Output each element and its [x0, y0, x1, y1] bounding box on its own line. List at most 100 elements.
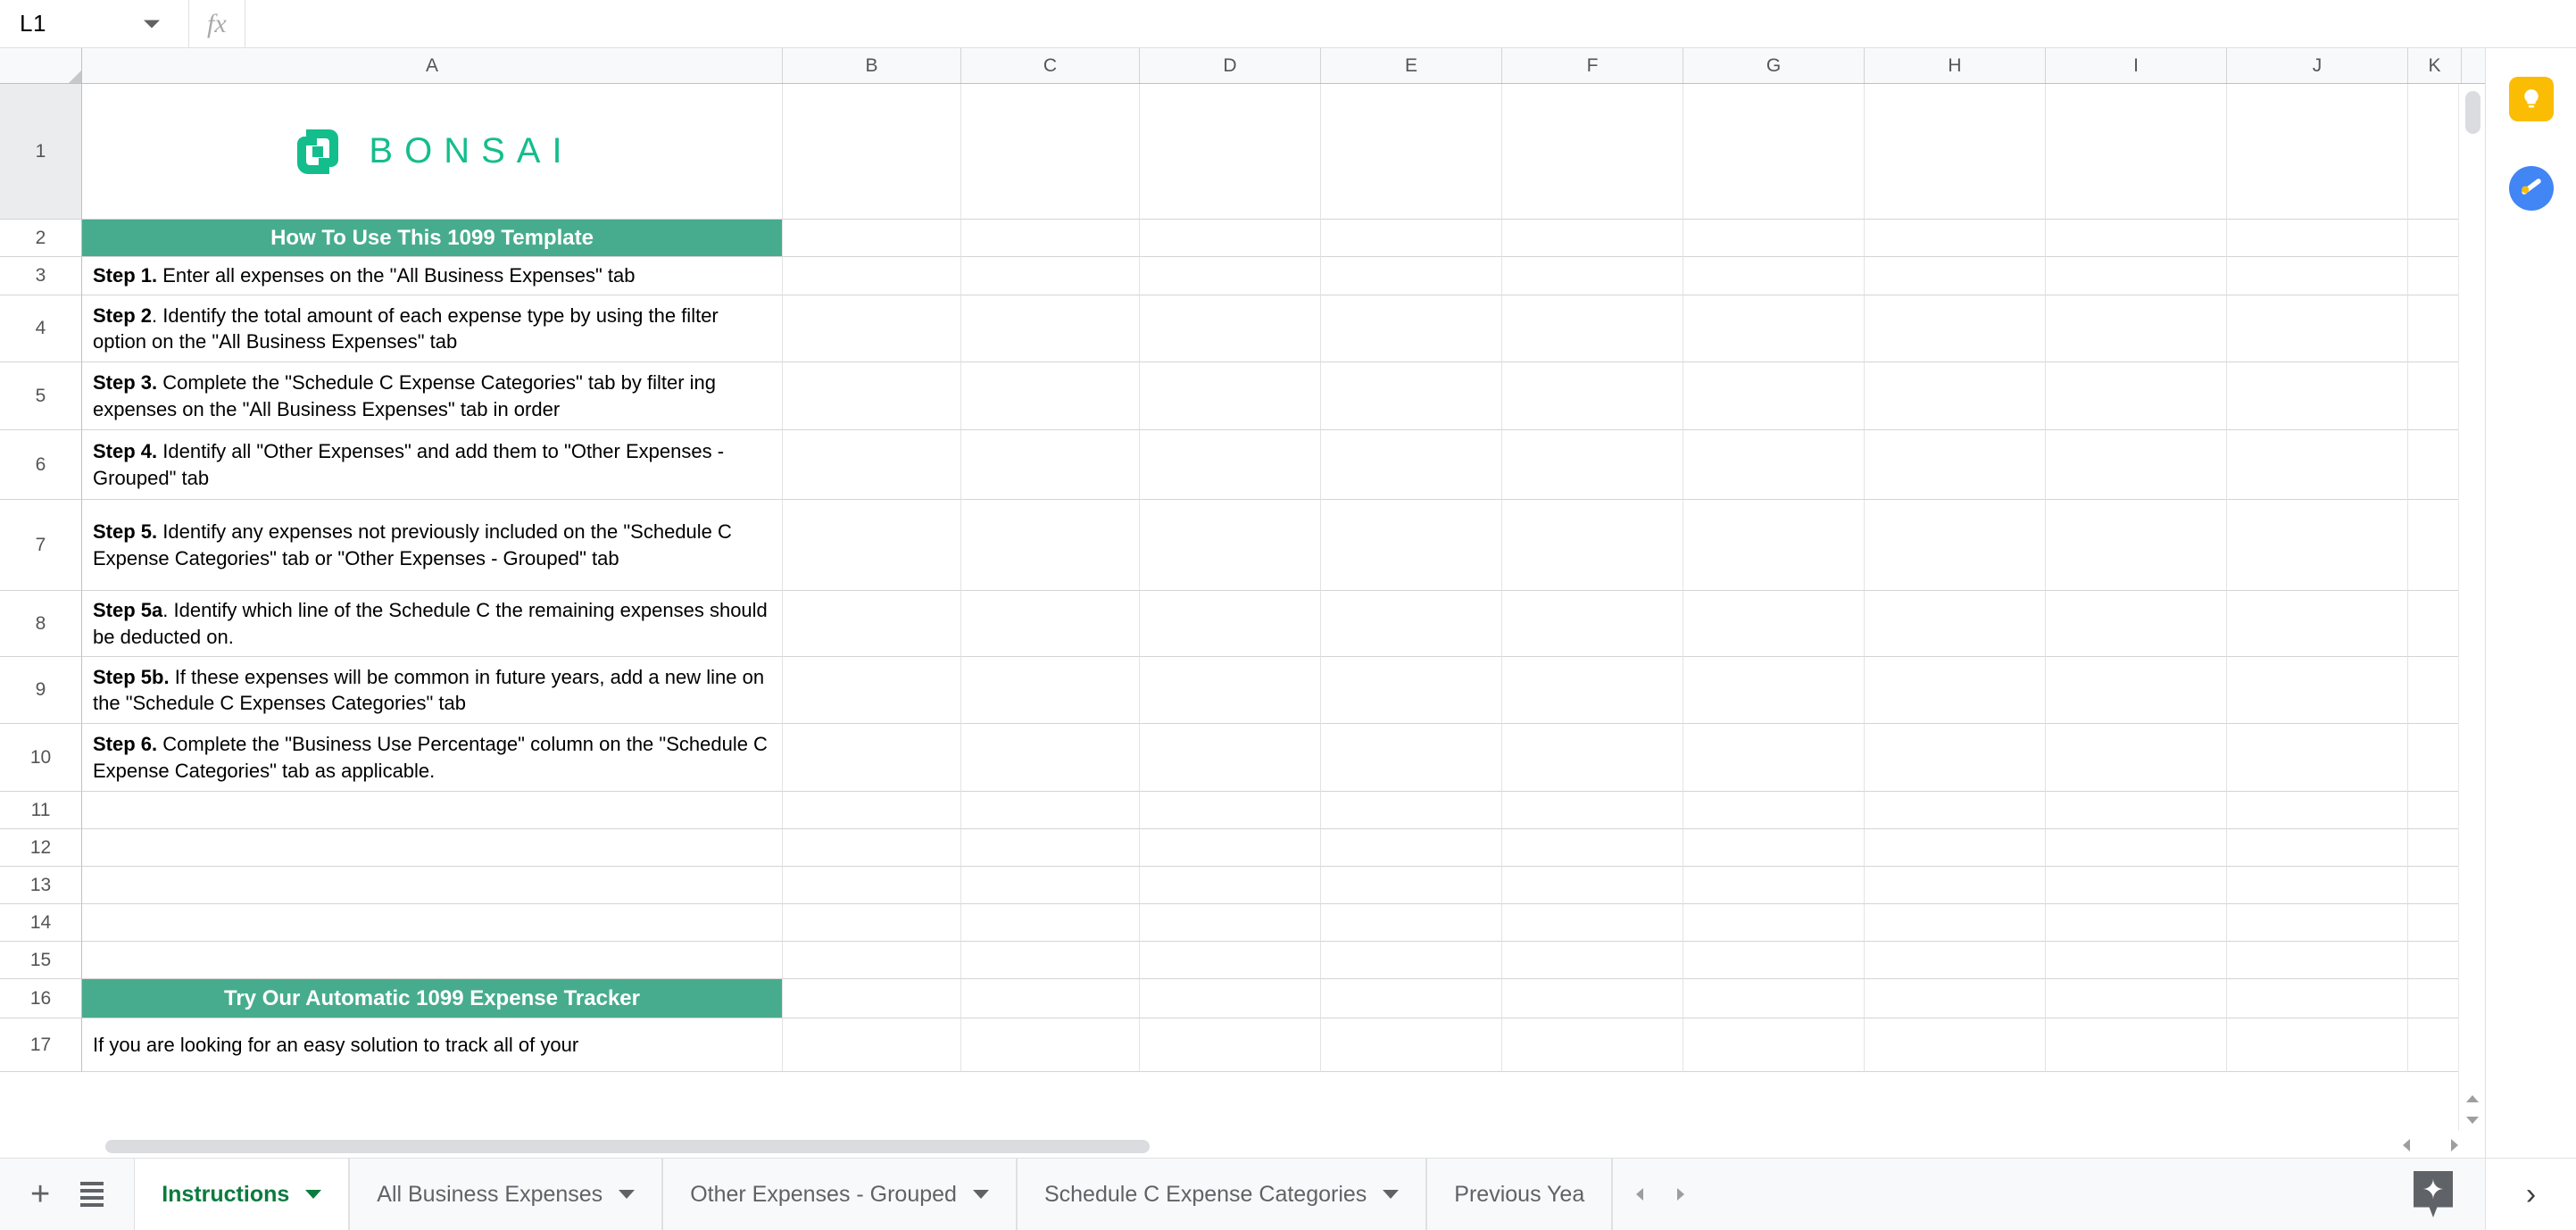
horizontal-scroll-buttons[interactable] [2403, 1134, 2458, 1156]
cell-e16[interactable] [1321, 979, 1502, 1018]
vertical-scroll-buttons[interactable] [2458, 1088, 2485, 1131]
column-header-f[interactable]: F [1502, 48, 1683, 83]
cell-h4[interactable] [1865, 295, 2046, 362]
cell-f8[interactable] [1502, 591, 1683, 657]
row-header-14[interactable]: 14 [0, 904, 82, 942]
cell-e2[interactable] [1321, 220, 1502, 257]
cell-i2[interactable] [2046, 220, 2227, 257]
cell-b14[interactable] [783, 904, 961, 942]
cell-b12[interactable] [783, 829, 961, 867]
sheet-tabs[interactable]: Instructions All Business Expenses Other E… [134, 1159, 1613, 1230]
cell-a13[interactable] [82, 867, 783, 904]
select-all-corner[interactable] [0, 48, 82, 83]
cell-f12[interactable] [1502, 829, 1683, 867]
cell-c7[interactable] [961, 500, 1140, 591]
cell-j7[interactable] [2227, 500, 2408, 591]
cell-k17[interactable] [2408, 1018, 2462, 1072]
cell-f10[interactable] [1502, 724, 1683, 792]
cell-j9[interactable] [2227, 657, 2408, 724]
sheet-tab-menu-icon[interactable] [619, 1190, 636, 1199]
cell-e7[interactable] [1321, 500, 1502, 591]
cell-b5[interactable] [783, 362, 961, 430]
cell-a4[interactable]: Step 2. Identify the total amount of eac… [82, 295, 783, 362]
cell-g13[interactable] [1683, 867, 1865, 904]
cell-k15[interactable] [2408, 942, 2462, 979]
sheet-tab-instructions[interactable]: Instructions [134, 1159, 350, 1230]
cell-f15[interactable] [1502, 942, 1683, 979]
cell-e10[interactable] [1321, 724, 1502, 792]
cell-i9[interactable] [2046, 657, 2227, 724]
cell-j4[interactable] [2227, 295, 2408, 362]
cell-j10[interactable] [2227, 724, 2408, 792]
chevron-down-icon[interactable] [144, 20, 160, 28]
column-header-g[interactable]: G [1683, 48, 1865, 83]
cell-f14[interactable] [1502, 904, 1683, 942]
cell-h5[interactable] [1865, 362, 2046, 430]
cell-i11[interactable] [2046, 792, 2227, 829]
cell-c10[interactable] [961, 724, 1140, 792]
cell-e12[interactable] [1321, 829, 1502, 867]
cell-b11[interactable] [783, 792, 961, 829]
cell-i17[interactable] [2046, 1018, 2227, 1072]
row-header-15[interactable]: 15 [0, 942, 82, 979]
cell-e1[interactable] [1321, 84, 1502, 220]
cell-b3[interactable] [783, 257, 961, 295]
cell-a5[interactable]: Step 3. Complete the "Schedule C Expense… [82, 362, 783, 430]
cell-h6[interactable] [1865, 430, 2046, 500]
cell-h13[interactable] [1865, 867, 2046, 904]
row-header-5[interactable]: 5 [0, 362, 82, 430]
add-sheet-button[interactable]: + [30, 1177, 50, 1211]
cell-h11[interactable] [1865, 792, 2046, 829]
cell-k13[interactable] [2408, 867, 2462, 904]
cell-c5[interactable] [961, 362, 1140, 430]
row-header-4[interactable]: 4 [0, 295, 82, 362]
cell-c2[interactable] [961, 220, 1140, 257]
cell-a14[interactable] [82, 904, 783, 942]
cell-g14[interactable] [1683, 904, 1865, 942]
google-tasks-icon[interactable] [2507, 164, 2555, 212]
cell-a6[interactable]: Step 4. Identify all "Other Expenses" an… [82, 430, 783, 500]
column-header-e[interactable]: E [1321, 48, 1502, 83]
cell-h16[interactable] [1865, 979, 2046, 1018]
cell-c9[interactable] [961, 657, 1140, 724]
cell-h12[interactable] [1865, 829, 2046, 867]
cell-i1[interactable] [2046, 84, 2227, 220]
cell-e17[interactable] [1321, 1018, 1502, 1072]
cell-a1[interactable]: BONSAI [82, 84, 783, 220]
cell-h15[interactable] [1865, 942, 2046, 979]
cell-c11[interactable] [961, 792, 1140, 829]
cell-k16[interactable] [2408, 979, 2462, 1018]
scroll-down-icon[interactable] [2465, 1117, 2479, 1124]
row-header-7[interactable]: 7 [0, 500, 82, 591]
cell-b16[interactable] [783, 979, 961, 1018]
cell-e8[interactable] [1321, 591, 1502, 657]
row-header-1[interactable]: 1 [0, 84, 82, 220]
cell-i7[interactable] [2046, 500, 2227, 591]
cell-b2[interactable] [783, 220, 961, 257]
cell-j8[interactable] [2227, 591, 2408, 657]
cell-a15[interactable] [82, 942, 783, 979]
cell-f3[interactable] [1502, 257, 1683, 295]
cell-i10[interactable] [2046, 724, 2227, 792]
cell-e6[interactable] [1321, 430, 1502, 500]
cell-i6[interactable] [2046, 430, 2227, 500]
cell-k1[interactable] [2408, 84, 2462, 220]
cell-j16[interactable] [2227, 979, 2408, 1018]
tabs-next-icon[interactable] [1677, 1188, 1685, 1201]
cell-f17[interactable] [1502, 1018, 1683, 1072]
cell-a17[interactable]: If you are looking for an easy solution … [82, 1018, 783, 1072]
cell-c15[interactable] [961, 942, 1140, 979]
row-header-8[interactable]: 8 [0, 591, 82, 657]
cell-c17[interactable] [961, 1018, 1140, 1072]
cell-b6[interactable] [783, 430, 961, 500]
cell-c12[interactable] [961, 829, 1140, 867]
cell-a11[interactable] [82, 792, 783, 829]
cell-k7[interactable] [2408, 500, 2462, 591]
row-header-12[interactable]: 12 [0, 829, 82, 867]
cell-d4[interactable] [1140, 295, 1321, 362]
tabs-prev-icon[interactable] [1636, 1188, 1644, 1201]
cell-k2[interactable] [2408, 220, 2462, 257]
cell-b1[interactable] [783, 84, 961, 220]
horizontal-scroll-thumb[interactable] [105, 1140, 1150, 1153]
cell-h9[interactable] [1865, 657, 2046, 724]
